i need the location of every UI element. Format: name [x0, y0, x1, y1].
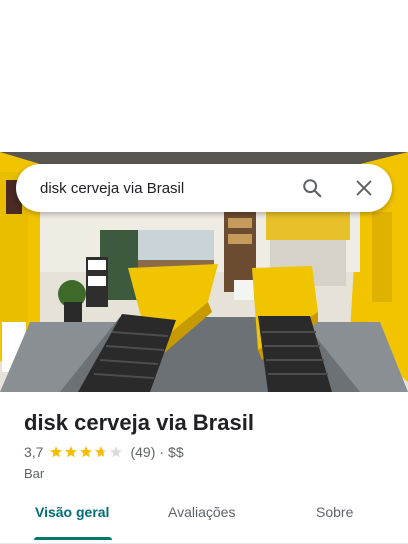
star-icon — [110, 446, 123, 458]
star-icon — [50, 446, 63, 458]
rating-row: 3,7 (49) · $$ — [24, 444, 184, 460]
star-rating[interactable] — [49, 445, 124, 459]
search-input[interactable]: disk cerveja via Brasil — [40, 180, 292, 197]
search-bar[interactable]: disk cerveja via Brasil — [16, 164, 392, 212]
place-category[interactable]: Bar — [24, 466, 44, 481]
rating-value: 3,7 — [24, 444, 44, 460]
review-count[interactable]: (49) — [130, 444, 155, 460]
close-button[interactable] — [344, 168, 384, 208]
close-icon — [356, 180, 372, 196]
tab-reviews[interactable]: Avaliações — [168, 504, 235, 520]
place-tabs: Visão geral Avaliações Sobre — [0, 500, 408, 544]
price-level: $$ — [168, 444, 184, 460]
active-tab-indicator — [34, 537, 112, 540]
star-icon — [95, 446, 108, 458]
tab-overview[interactable]: Visão geral — [35, 504, 109, 520]
separator: · — [159, 444, 165, 460]
place-title: disk cerveja via Brasil — [24, 410, 254, 435]
tab-about[interactable]: Sobre — [316, 504, 353, 520]
maps-place-panel: disk cerveja via Brasil disk cerveja via… — [0, 0, 408, 544]
star-icon — [80, 446, 93, 458]
star-icon — [65, 446, 78, 458]
search-button[interactable] — [292, 168, 332, 208]
search-icon — [303, 179, 322, 198]
